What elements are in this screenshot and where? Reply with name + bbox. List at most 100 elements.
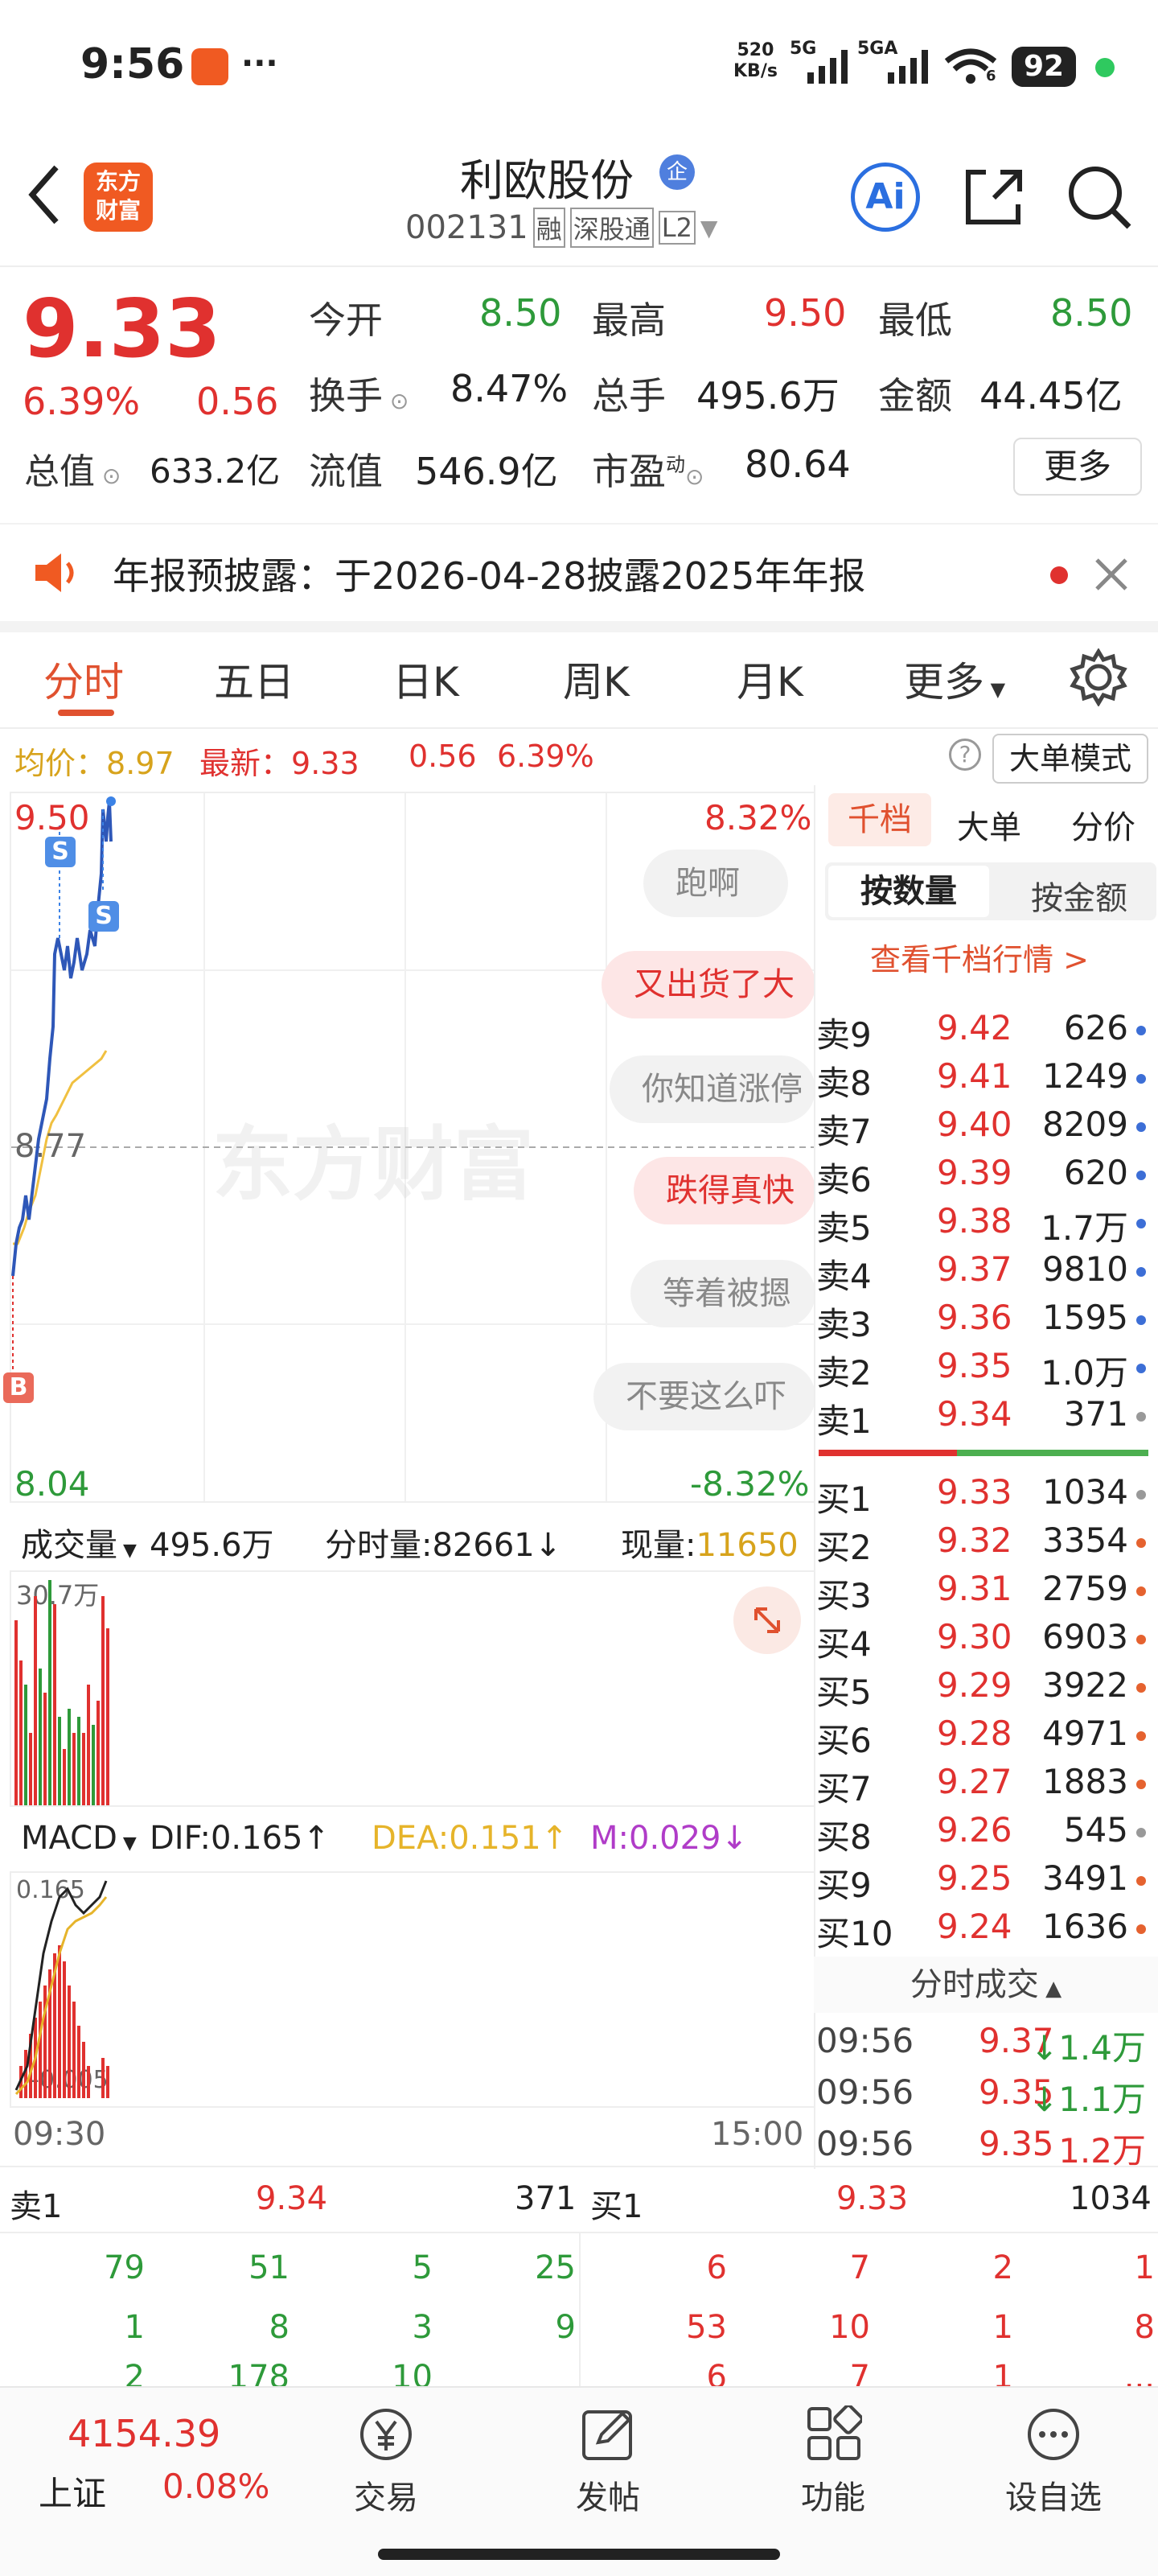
- settings-gear-icon[interactable]: [1070, 648, 1127, 706]
- chart-watermark: 东方财富: [212, 1117, 534, 1212]
- status-dot: [1136, 1731, 1146, 1741]
- sell-row[interactable]: 卖4 9.37 9810: [816, 1249, 1146, 1296]
- nav-post[interactable]: 发帖: [536, 2404, 680, 2516]
- status-more: ···: [241, 45, 278, 82]
- queue-cell: 8: [1134, 2309, 1155, 2346]
- danmu-comment[interactable]: 你知道涨停: [610, 1056, 815, 1123]
- status-bar: 9:56 ··· 520 KB/s 5G 5GA 6 92: [0, 0, 1158, 129]
- status-dot: [1136, 1315, 1146, 1325]
- split-green: [957, 1450, 1148, 1456]
- tab-more[interactable]: 更多 ▼: [904, 650, 1005, 708]
- index-widget[interactable]: 4154.39 上证 0.08%: [0, 2388, 306, 2516]
- danmu-comment[interactable]: 不要这么吓: [593, 1363, 815, 1430]
- sell-row[interactable]: 卖7 9.40 8209: [816, 1105, 1146, 1151]
- volume-chart[interactable]: 30.7万: [10, 1570, 815, 1807]
- buy-row[interactable]: 买3 9.31 2759: [816, 1569, 1146, 1615]
- back-arrow-icon[interactable]: [24, 163, 64, 227]
- queue-divider: [0, 2166, 1158, 2167]
- dropdown-triangle-icon[interactable]: ▼: [700, 215, 718, 241]
- battery-badge: 92: [1012, 47, 1076, 87]
- queue-cell: 10: [829, 2309, 870, 2346]
- help-icon[interactable]: ?: [949, 739, 981, 771]
- orderbook-tab-qiandang[interactable]: 千档: [828, 793, 931, 846]
- sell-row[interactable]: 卖9 9.42 626: [816, 1008, 1146, 1055]
- tab-five-day[interactable]: 五日: [214, 650, 294, 708]
- ai-button[interactable]: Ai: [851, 163, 920, 232]
- tag-l2[interactable]: L2: [658, 211, 696, 245]
- buy-row[interactable]: 买8 9.26 545: [816, 1810, 1146, 1857]
- more-button[interactable]: 更多: [1013, 438, 1142, 496]
- trade-row: 09:56 9.35 ↓1.1万: [816, 2072, 1146, 2119]
- big-order-mode-button[interactable]: 大单模式: [992, 734, 1148, 784]
- stock-code: 002131: [405, 209, 528, 246]
- orderbook-tab-dadan[interactable]: 大单: [957, 801, 1021, 848]
- sell-row[interactable]: 卖8 9.41 1249: [816, 1056, 1146, 1103]
- share-icon[interactable]: [962, 164, 1028, 230]
- info-icon[interactable]: ⊙: [685, 463, 704, 490]
- danmu-comment[interactable]: 又出货了大: [602, 951, 815, 1018]
- sell-row[interactable]: 卖5 9.38 1.7万: [816, 1201, 1146, 1248]
- sell-row[interactable]: 卖6 9.39 620: [816, 1153, 1146, 1200]
- buy-row[interactable]: 买10 9.24 1636: [816, 1907, 1146, 1953]
- sell-row[interactable]: 卖1 9.34 371: [816, 1394, 1146, 1441]
- danmu-comment[interactable]: 等着被摁: [630, 1260, 815, 1327]
- view-depth-link[interactable]: 查看千档行情 >: [870, 935, 1089, 979]
- volume-selector[interactable]: 成交量 ▼: [21, 1519, 137, 1566]
- macd-lines: [14, 1880, 109, 2098]
- low-value: 8.50: [1050, 291, 1133, 335]
- nav-watchlist[interactable]: 设自选: [981, 2404, 1126, 2516]
- macd-chart[interactable]: 0.165 -0.005: [10, 1871, 815, 2108]
- home-indicator: [378, 2549, 780, 2560]
- expand-icon[interactable]: [733, 1586, 801, 1654]
- queue-buy-label: 买1: [590, 2188, 643, 2225]
- intraday-chart[interactable]: 东方财富 9.50 8.32% 8.77 8.04 -8.32% S S B 跑…: [3, 792, 815, 1504]
- info-icon[interactable]: ⊙: [95, 463, 121, 489]
- nav-trade[interactable]: 交易: [314, 2404, 458, 2516]
- header-divider: [0, 265, 1158, 267]
- macd-selector[interactable]: MACD ▼: [21, 1820, 137, 1857]
- orderbook-tab-fenjia[interactable]: 分价: [1071, 801, 1135, 848]
- tab-daily-k[interactable]: 日K: [392, 650, 459, 708]
- nav-trade-label: 交易: [354, 2479, 418, 2516]
- chart-bottom-pct: -8.32%: [690, 1464, 810, 1504]
- info-icon[interactable]: ⊙: [383, 388, 409, 414]
- buy-row[interactable]: 买2 9.32 3354: [816, 1520, 1146, 1567]
- danmu-comment[interactable]: 跌得真快: [634, 1157, 815, 1224]
- tab-weekly-k[interactable]: 周K: [563, 650, 630, 708]
- sell-marker-1[interactable]: S: [45, 837, 76, 867]
- buy-marker[interactable]: B: [3, 1372, 34, 1403]
- search-icon[interactable]: [1065, 163, 1134, 232]
- status-dot: [1136, 1490, 1146, 1500]
- queue-cell: 1: [124, 2309, 145, 2346]
- buy-row[interactable]: 买4 9.30 6903: [816, 1617, 1146, 1664]
- buy-row[interactable]: 买1 9.33 1034: [816, 1472, 1146, 1519]
- current-price: 9.33: [23, 282, 221, 376]
- high-label: 最高: [592, 298, 666, 342]
- dropdown-triangle-icon: ▼: [117, 1541, 137, 1561]
- change-pct: 6.39%: [23, 380, 141, 423]
- close-icon[interactable]: [1094, 557, 1129, 592]
- nav-function[interactable]: 功能: [761, 2404, 905, 2516]
- notice-bar[interactable]: 年报预披露：于2026-04-28披露2025年年报: [0, 523, 1158, 632]
- buy-row[interactable]: 买9 9.25 3491: [816, 1858, 1146, 1905]
- sell-marker-2[interactable]: S: [88, 901, 119, 932]
- subtab-by-amount[interactable]: 按金额: [1031, 872, 1127, 919]
- danmu-comment[interactable]: 跑啊: [643, 850, 788, 917]
- signal-2-icon: [888, 50, 928, 84]
- subtab-by-quantity[interactable]: 按数量: [828, 866, 989, 917]
- sell-row[interactable]: 卖2 9.35 1.0万: [816, 1346, 1146, 1393]
- tab-intraday[interactable]: 分时: [43, 650, 124, 708]
- buy-row[interactable]: 买7 9.27 1883: [816, 1762, 1146, 1809]
- trades-header[interactable]: 分时成交 ▲: [814, 1957, 1158, 2013]
- buy-row[interactable]: 买5 9.29 3922: [816, 1665, 1146, 1712]
- nav-watchlist-label: 设自选: [1005, 2479, 1102, 2516]
- volume-header: 成交量 ▼ 495.6万 分时量:82661↓ 现量:11650: [10, 1512, 812, 1567]
- sell-row[interactable]: 卖3 9.36 1595: [816, 1298, 1146, 1344]
- tab-monthly-k[interactable]: 月K: [737, 650, 803, 708]
- status-dot: [1136, 1219, 1146, 1228]
- queue-cell: 5: [412, 2249, 433, 2286]
- buy-row[interactable]: 买6 9.28 4971: [816, 1714, 1146, 1760]
- summary-change-pct: 6.39%: [497, 739, 594, 774]
- caret-up-icon: ▲: [1038, 1977, 1062, 2001]
- chart-tabs: 分时 五日 日K 周K 月K 更多 ▼: [0, 631, 1158, 729]
